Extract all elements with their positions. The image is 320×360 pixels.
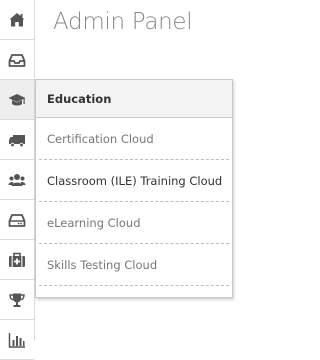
page-title: Admin Panel xyxy=(53,9,193,35)
menu-item-certification-cloud[interactable]: Certification Cloud xyxy=(39,118,229,160)
menu-item-elearning-cloud[interactable]: eLearning Cloud xyxy=(39,202,229,244)
inbox-icon xyxy=(8,53,26,67)
sidebar-item-education[interactable] xyxy=(0,80,34,120)
trophy-icon xyxy=(9,293,25,307)
hard-drive-icon xyxy=(8,213,26,227)
home-icon xyxy=(9,12,25,26)
sidebar-item-reports[interactable] xyxy=(0,320,34,360)
sidebar-nav xyxy=(0,0,35,360)
sidebar-item-users[interactable] xyxy=(0,160,34,200)
sidebar-item-awards[interactable] xyxy=(0,280,34,320)
flyout-header: Education xyxy=(36,80,232,118)
graduation-cap-icon xyxy=(8,93,26,105)
flyout-list: Certification Cloud Classroom (ILE) Trai… xyxy=(36,118,232,286)
sidebar-item-medical[interactable] xyxy=(0,240,34,280)
sidebar-item-delivery[interactable] xyxy=(0,120,34,160)
education-flyout-menu: Education Certification Cloud Classroom … xyxy=(35,79,233,298)
menu-item-classroom-training-cloud[interactable]: Classroom (ILE) Training Cloud xyxy=(39,160,229,202)
sidebar-item-inbox[interactable] xyxy=(0,40,34,80)
menu-item-skills-testing-cloud[interactable]: Skills Testing Cloud xyxy=(39,244,229,286)
sidebar-item-home[interactable] xyxy=(0,0,34,40)
users-icon xyxy=(8,173,26,186)
sidebar-item-storage[interactable] xyxy=(0,200,34,240)
truck-icon xyxy=(9,134,25,147)
medkit-icon xyxy=(9,252,25,267)
